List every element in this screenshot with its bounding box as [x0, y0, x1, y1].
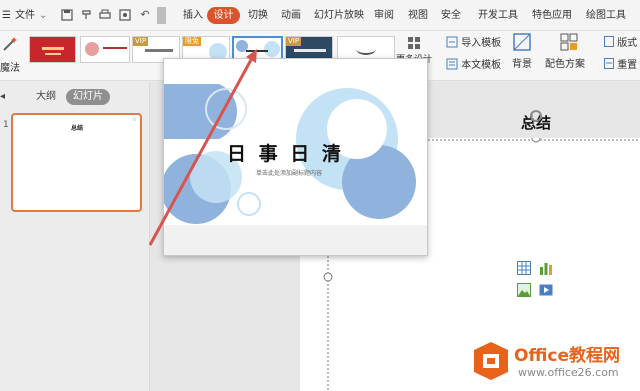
import-template-button[interactable]: 导入模板: [446, 34, 501, 51]
office26-watermark: Office教程网 www.office26.com: [470, 336, 640, 386]
vip-badge: VIP: [286, 37, 302, 46]
layout-label: 版式: [617, 38, 638, 49]
tab-slides[interactable]: 幻灯片: [66, 89, 110, 105]
tab-developer[interactable]: 开发工具: [478, 0, 518, 31]
chevron-down-icon[interactable]: ⌄: [39, 0, 47, 31]
body-template-label: 本文模板: [461, 60, 502, 71]
chart-icon[interactable]: [539, 260, 553, 279]
template-preview-popup: 日 事 日 清 单击此处添加副标题内容: [163, 58, 428, 256]
grid-icon: [408, 37, 420, 52]
magic-label: 魔法: [0, 63, 20, 74]
background-button[interactable]: 背景: [510, 33, 534, 79]
layout-button[interactable]: 版式: [604, 34, 637, 50]
layout-icon: [604, 36, 614, 50]
import-template-label: 导入模板: [461, 38, 502, 49]
tab-drawing-tools[interactable]: 绘图工具: [586, 0, 626, 31]
menu-bar: ☰ 文件 ⌄ ↶ 插入 设计 切换 动画 幻灯片放映 审阅 视图 安全 开发工具…: [0, 0, 640, 31]
toolbar-separator: [157, 7, 166, 24]
color-scheme-label: 配色方案: [545, 59, 585, 70]
slide-thumbnail-title: 总结: [71, 125, 84, 132]
template-thumb-red[interactable]: [29, 36, 76, 63]
reset-icon: [604, 58, 614, 72]
tab-insert[interactable]: 插入: [183, 0, 203, 31]
free-badge: 限免: [183, 37, 201, 46]
picture-icon[interactable]: [517, 282, 531, 301]
background-icon: [513, 33, 531, 54]
tab-animation[interactable]: 动画: [281, 0, 301, 31]
color-scheme-icon: [560, 33, 578, 54]
reset-button[interactable]: 重置: [604, 56, 637, 72]
watermark-url: www.office26.com: [518, 366, 619, 379]
tab-review[interactable]: 审阅: [374, 0, 394, 31]
hamburger-icon[interactable]: ☰: [2, 0, 11, 31]
import-template-icon: [446, 36, 458, 51]
print-icon[interactable]: [99, 9, 111, 21]
video-icon[interactable]: [539, 282, 553, 301]
tab-design[interactable]: 设计: [207, 7, 240, 24]
office-logo-icon: [474, 342, 508, 384]
table-icon[interactable]: [517, 260, 531, 279]
wps-presentation-window: ☰ 文件 ⌄ ↶ 插入 设计 切换 动画 幻灯片放映 审阅 视图 安全 开发工具…: [0, 0, 640, 391]
preview-icon[interactable]: [119, 9, 131, 21]
magic-button[interactable]: 魔法: [0, 33, 22, 79]
file-menu[interactable]: 文件: [15, 0, 35, 31]
tab-view[interactable]: 视图: [408, 0, 428, 31]
tab-security[interactable]: 安全: [441, 0, 461, 31]
background-label: 背景: [512, 59, 532, 70]
tab-special[interactable]: 特色应用: [532, 0, 572, 31]
template-thumb-fan[interactable]: [80, 36, 130, 63]
body-template-button[interactable]: 本文模板: [446, 56, 501, 73]
slide-star-icon: ☆: [131, 116, 137, 123]
preview-title: 日 事 日 清: [227, 143, 344, 165]
vip-badge: VIP: [133, 37, 149, 46]
slide-thumbnail-1[interactable]: 总结 ☆: [11, 113, 142, 212]
tab-slideshow[interactable]: 幻灯片放映: [314, 0, 364, 31]
reset-label: 重置: [617, 60, 638, 71]
body-template-icon: [446, 58, 458, 73]
magic-wand-icon: [2, 36, 18, 55]
watermark-brand: Office教程网: [514, 346, 621, 366]
preview-subtitle: 单击此处添加副标题内容: [256, 170, 323, 177]
panel-collapse-icon[interactable]: ◂: [0, 89, 5, 105]
tab-transitions[interactable]: 切换: [248, 0, 268, 31]
rotate-handle-icon[interactable]: [530, 110, 542, 122]
tab-outline[interactable]: 大纲: [36, 89, 56, 105]
slide-number: 1: [3, 120, 9, 130]
color-scheme-button[interactable]: 配色方案: [545, 33, 593, 79]
format-painter-icon[interactable]: [81, 9, 93, 21]
undo-icon[interactable]: ↶: [139, 9, 151, 21]
save-icon[interactable]: [61, 9, 73, 21]
slides-panel: ◂ 大纲 幻灯片 1 总结 ☆: [0, 82, 150, 391]
